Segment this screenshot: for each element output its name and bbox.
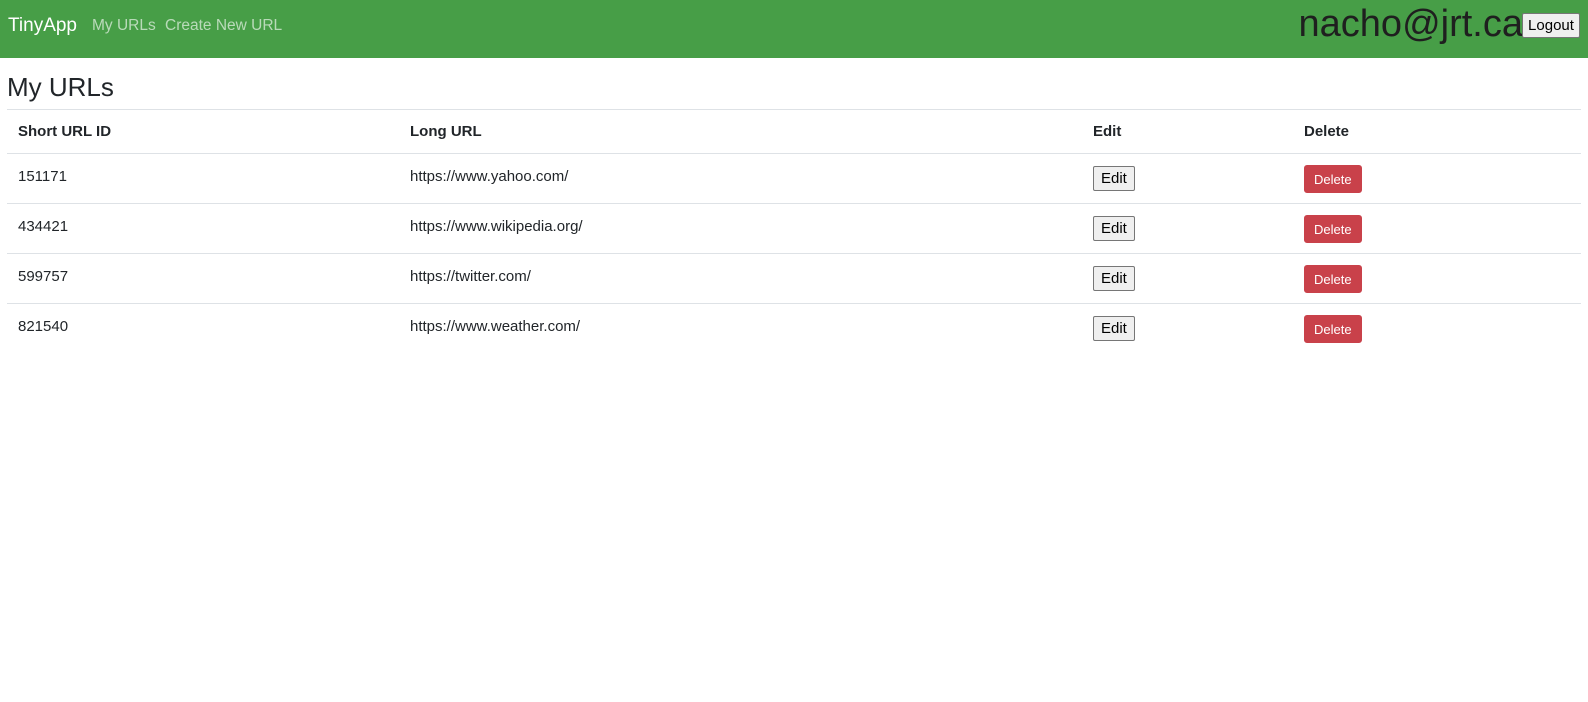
short-url-id-cell: 151171 — [7, 153, 399, 204]
page-title: My URLs — [7, 72, 114, 102]
edit-cell: Edit — [1082, 253, 1293, 304]
table-row: 151171 https://www.yahoo.com/ Edit Delet… — [7, 153, 1581, 204]
main-content: My URLs Short URL ID Long URL Edit Delet… — [0, 72, 1588, 353]
logout-button[interactable]: Logout — [1522, 13, 1580, 38]
long-url: https://www.wikipedia.org/ — [410, 218, 583, 235]
long-url-cell: https://twitter.com/ — [399, 253, 1082, 304]
nav-link-create-new-url[interactable]: Create New URL — [165, 17, 282, 35]
long-url: https://twitter.com/ — [410, 268, 531, 285]
navbar: TinyApp My URLs Create New URL nacho@jrt… — [0, 0, 1588, 58]
delete-cell: Delete — [1293, 304, 1581, 354]
user-email: nacho@jrt.ca — [1298, 3, 1523, 45]
long-url: https://www.yahoo.com/ — [410, 168, 569, 185]
short-url-id-cell: 434421 — [7, 203, 399, 254]
header-edit: Edit — [1082, 109, 1293, 154]
edit-button[interactable]: Edit — [1093, 316, 1135, 341]
delete-cell: Delete — [1293, 253, 1581, 304]
header-delete: Delete — [1293, 109, 1581, 154]
delete-cell: Delete — [1293, 153, 1581, 204]
table-row: 434421 https://www.wikipedia.org/ Edit D… — [7, 203, 1581, 254]
long-url-cell: https://www.wikipedia.org/ — [399, 203, 1082, 254]
short-url-id: 434421 — [18, 218, 69, 235]
edit-button[interactable]: Edit — [1093, 216, 1135, 241]
short-url-id: 599757 — [18, 268, 69, 285]
edit-button[interactable]: Edit — [1093, 166, 1135, 191]
table-header-row: Short URL ID Long URL Edit Delete — [7, 109, 1581, 154]
header-short-url-id: Short URL ID — [7, 109, 399, 154]
edit-button[interactable]: Edit — [1093, 266, 1135, 291]
short-url-id: 821540 — [18, 318, 69, 335]
edit-cell: Edit — [1082, 203, 1293, 254]
edit-cell: Edit — [1082, 304, 1293, 354]
short-url-id-cell: 599757 — [7, 253, 399, 304]
delete-button[interactable]: Delete — [1304, 265, 1362, 293]
long-url: https://www.weather.com/ — [410, 318, 581, 335]
long-url-cell: https://www.yahoo.com/ — [399, 153, 1082, 204]
short-url-id: 151171 — [18, 168, 67, 185]
header-long-url: Long URL — [399, 109, 1082, 154]
urls-table: Short URL ID Long URL Edit Delete 151171… — [7, 109, 1581, 353]
delete-button[interactable]: Delete — [1304, 315, 1362, 343]
brand-link[interactable]: TinyApp — [8, 15, 77, 37]
nav-link-my-urls[interactable]: My URLs — [92, 17, 156, 35]
table-row: 599757 https://twitter.com/ Edit Delete — [7, 253, 1581, 304]
short-url-id-cell: 821540 — [7, 304, 399, 354]
delete-button[interactable]: Delete — [1304, 165, 1362, 193]
table-row: 821540 https://www.weather.com/ Edit Del… — [7, 304, 1581, 354]
delete-button[interactable]: Delete — [1304, 215, 1362, 243]
delete-cell: Delete — [1293, 203, 1581, 254]
long-url-cell: https://www.weather.com/ — [399, 304, 1082, 354]
edit-cell: Edit — [1082, 153, 1293, 204]
